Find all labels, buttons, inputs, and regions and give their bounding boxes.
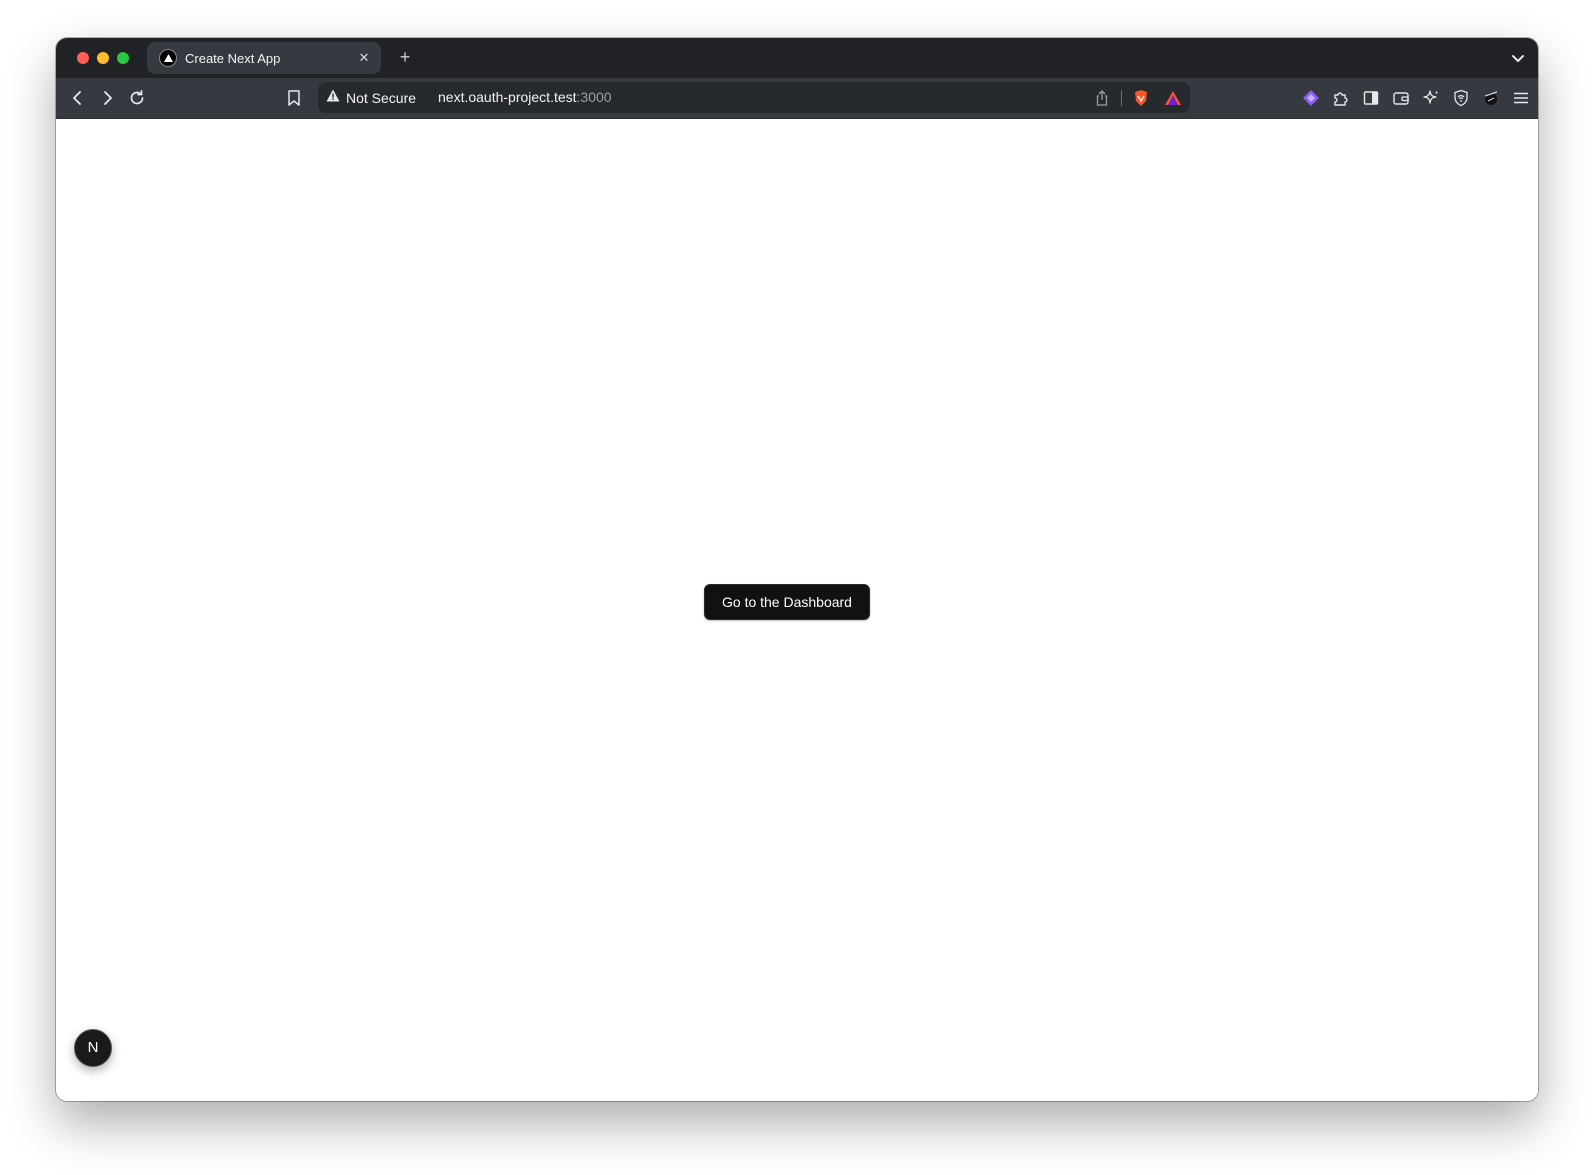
tab-title: Create Next App <box>185 50 281 66</box>
minimize-window-button[interactable] <box>97 52 109 64</box>
next-dev-tools-badge[interactable]: N <box>74 1029 112 1067</box>
bookmark-icon[interactable] <box>283 87 305 109</box>
browser-toolbar: Not Secure next.oauth-project.test:3000 <box>56 78 1538 119</box>
new-tab-button[interactable]: + <box>394 46 416 68</box>
tab-strip: Create Next App ✕ + <box>56 38 1538 78</box>
page-content: Go to the Dashboard N <box>56 119 1538 1101</box>
back-icon[interactable] <box>67 87 89 109</box>
security-indicator[interactable]: Not Secure <box>326 82 416 113</box>
profile-extension-icon[interactable] <box>1480 87 1502 109</box>
close-window-button[interactable] <box>77 52 89 64</box>
zoom-window-button[interactable] <box>117 52 129 64</box>
brave-shields-icon[interactable] <box>1130 87 1152 109</box>
brave-rewards-icon[interactable] <box>1162 87 1184 109</box>
reload-icon[interactable] <box>126 87 148 109</box>
next-triangle-icon <box>160 50 176 66</box>
tab-close-icon[interactable]: ✕ <box>353 50 375 66</box>
address-bar-divider <box>1121 89 1122 106</box>
vpn-shield-icon[interactable] <box>1450 87 1472 109</box>
wallet-icon[interactable] <box>1390 87 1412 109</box>
menu-icon[interactable] <box>1510 87 1532 109</box>
ai-sparkle-icon[interactable] <box>1420 87 1442 109</box>
browser-window: Create Next App ✕ + Not Secure next.oaut… <box>56 38 1538 1101</box>
share-icon[interactable] <box>1091 87 1113 109</box>
address-bar-actions <box>1085 82 1184 113</box>
tab-create-next-app[interactable]: Create Next App ✕ <box>147 42 381 74</box>
forward-icon[interactable] <box>96 87 118 109</box>
url-host: next.oauth-project.test <box>438 89 577 105</box>
extensions-icon[interactable] <box>1330 87 1352 109</box>
tab-list-chevron-icon[interactable] <box>1508 48 1528 68</box>
leo-ai-icon[interactable] <box>1300 87 1322 109</box>
address-bar[interactable]: Not Secure next.oauth-project.test:3000 <box>318 82 1190 113</box>
url-text[interactable]: next.oauth-project.test:3000 <box>438 82 612 113</box>
sidebar-icon[interactable] <box>1360 87 1382 109</box>
url-port: :3000 <box>576 89 612 105</box>
security-label: Not Secure <box>346 89 417 106</box>
extensions-toolbar <box>1292 87 1532 109</box>
warning-icon <box>326 89 340 107</box>
go-to-dashboard-button[interactable]: Go to the Dashboard <box>704 584 870 620</box>
